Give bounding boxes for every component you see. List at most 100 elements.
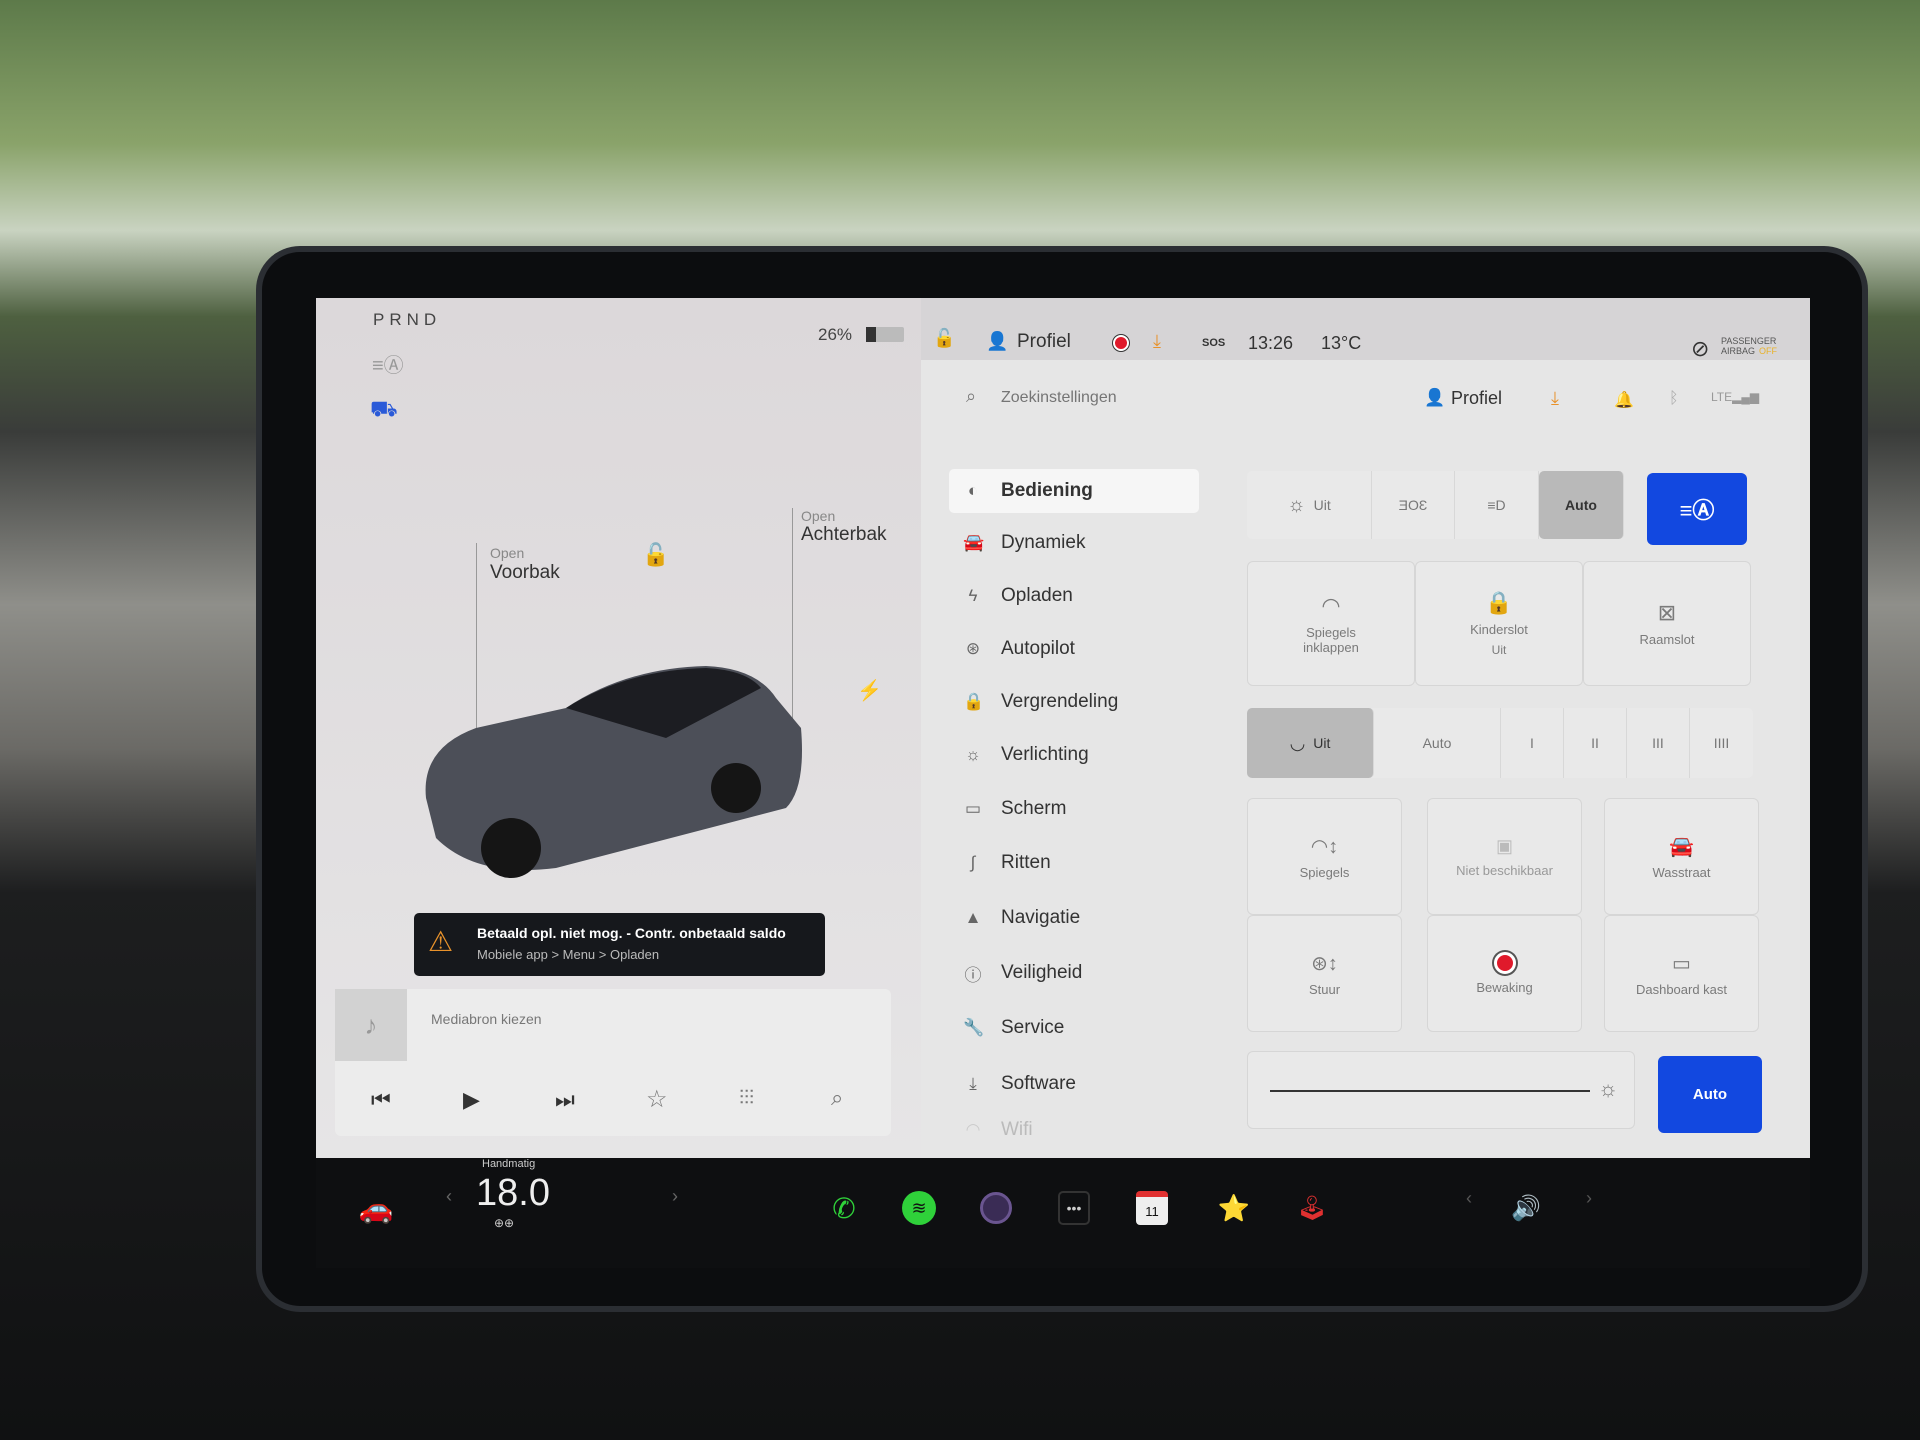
temp-up-icon[interactable]: › [672,1186,678,1207]
brightness-slider[interactable]: ☼ [1247,1051,1635,1129]
arcade-joystick-icon[interactable]: 🕹 [1292,1188,1332,1228]
trailer-icon: ⛟ [370,396,398,421]
unavailable-button[interactable]: ▣ Niet beschikbaar [1427,798,1582,915]
slider-track[interactable] [1270,1090,1590,1092]
media-search-icon[interactable]: ⌕ [831,1085,843,1111]
cabin-temperature[interactable]: 18.0 [476,1172,550,1215]
charge-port-icon[interactable]: ⚡ [857,678,882,703]
car-controls-icon[interactable]: 🚗 [356,1188,396,1228]
toybox-icon[interactable]: ⭐ [1214,1188,1254,1228]
wiper-speed-3[interactable]: III [1627,708,1690,778]
lights-auto-button[interactable]: Auto [1539,471,1624,539]
play-icon[interactable]: ▶ [463,1087,480,1113]
parking-lights-icon: ƎOƐ [1398,497,1428,513]
trunk-open-label[interactable]: Open [801,508,835,524]
sun-icon: ☼ [1287,493,1306,516]
next-track-icon[interactable]: ⏭ [555,1087,575,1113]
menu-item-vergrendeling[interactable]: 🔒 Vergrendeling [949,680,1199,724]
car-wash-button[interactable]: 🚘 Wasstraat [1604,798,1759,915]
bottom-bar: 🚗 Handmatig ‹ 18.0 › ⊕⊕ ✆ ≋ ••• 11 ⭐ 🕹 ‹… [316,1158,1810,1268]
favorite-star-icon[interactable]: ☆ [646,1085,668,1114]
spotify-icon[interactable]: ≋ [902,1191,936,1225]
display-icon: ▭ [964,799,982,818]
mirror-adjust-button[interactable]: ◠↕ Spiegels [1247,798,1402,915]
seat-heater-icon[interactable]: ⊕⊕ [494,1216,514,1230]
menu-item-service[interactable]: 🔧 Service [949,1006,1199,1050]
calendar-icon[interactable]: 11 [1136,1191,1168,1225]
touchscreen: PRND 26% ≡Ⓐ ⛟ Open Voorbak Open Achterba… [316,298,1810,1158]
steering-adjust-button[interactable]: ⊛↕ Stuur [1247,915,1402,1032]
menu-item-dynamiek[interactable]: 🚘 Dynamiek [949,521,1199,565]
camera-icon[interactable] [980,1192,1012,1224]
menu-label: Ritten [1001,852,1051,873]
previous-track-icon[interactable]: ⏮ [371,1087,391,1113]
bluetooth-icon[interactable]: ᛒ [1669,390,1679,408]
menu-label: Verlichting [1001,744,1089,765]
menu-item-bediening[interactable]: ◐ Bediening [949,469,1199,513]
menu-item-ritten[interactable]: ∫ Ritten [949,841,1199,885]
charging-alert[interactable]: ⚠ Betaald opl. niet mog. - Contr. onbeta… [414,913,825,976]
sentry-mode-button[interactable]: Bewaking [1427,915,1582,1032]
wiper-selector: ◡ Uit Auto I II III IIII [1247,708,1753,778]
child-lock-button[interactable]: 🔒 Kinderslot Uit [1415,561,1583,686]
lock-status-icon[interactable]: 🔓 [933,328,955,349]
status-profile[interactable]: Profiel [1017,331,1071,353]
tile-label: Wasstraat [1652,864,1711,880]
equalizer-icon[interactable]: ⫶⫶⫶ [739,1087,754,1110]
unlock-icon[interactable]: 🔓 [642,542,669,568]
frunk-open-label[interactable]: Open [490,545,524,561]
profile-button[interactable]: Profiel [1451,388,1502,409]
toggle-icon: ◐ [967,481,979,500]
brightness-auto-button[interactable]: Auto [1658,1056,1762,1133]
menu-item-veiligheid[interactable]: ⓘ Veiligheid [949,951,1199,995]
menu-label: Wifi [1001,1119,1033,1140]
trunk-button[interactable]: Achterbak [801,524,887,546]
sentry-record-icon[interactable] [1113,335,1129,351]
temp-down-icon[interactable]: ‹ [446,1186,452,1207]
download-icon[interactable]: ⤓ [1153,331,1161,352]
menu-item-software[interactable]: ⤓ Software [949,1062,1199,1106]
search-icon: ⌕ [966,386,977,406]
wiper-speed-4[interactable]: IIII [1690,708,1753,778]
settings-search-input[interactable] [1001,384,1351,412]
phone-icon[interactable]: ✆ [824,1188,864,1228]
volume-down-icon[interactable]: ‹ [1466,1188,1472,1209]
window-lock-button[interactable]: ⊠ Raamslot [1583,561,1751,686]
wiper-speed-1[interactable]: I [1501,708,1564,778]
menu-item-navigatie[interactable]: ▲ Navigatie [949,896,1199,940]
wiper-speed-2[interactable]: II [1564,708,1627,778]
auto-high-beam-icon: ≡Ⓐ [1679,498,1715,523]
bell-icon[interactable]: 🔔 [1614,390,1634,410]
low-beam-button[interactable]: ≡D [1455,471,1539,539]
menu-label: Scherm [1001,798,1067,819]
clock: 13:26 [1248,333,1294,353]
media-source-button[interactable]: Mediabron kiezen [431,1011,542,1027]
parking-lights-button[interactable]: ƎOƐ [1372,471,1455,539]
volume-icon[interactable]: 🔊 [1506,1188,1546,1228]
menu-item-verlichting[interactable]: ☼ Verlichting [949,733,1199,777]
lights-off-button[interactable]: ☼ Uit [1247,471,1372,539]
menu-item-wifi[interactable]: ◠ Wifi [949,1108,1199,1152]
software-update-icon[interactable]: ⤓ [1551,388,1559,409]
wiper-off-button[interactable]: ◡ Uit [1247,708,1374,778]
menu-item-scherm[interactable]: ▭ Scherm [949,787,1199,831]
volume-up-icon[interactable]: › [1586,1188,1592,1209]
menu-item-autopilot[interactable]: ⊛ Autopilot [949,627,1199,671]
wiper-icon: ◡ [1289,732,1306,753]
sun-icon: ☼ [965,745,981,764]
wiper-auto-button[interactable]: Auto [1374,708,1501,778]
auto-high-beam-button[interactable]: ≡Ⓐ [1647,473,1747,545]
glovebox-button[interactable]: ▭ Dashboard kast [1604,915,1759,1032]
alert-title: Betaald opl. niet mog. - Contr. onbetaal… [477,925,786,941]
menu-label: Navigatie [1001,907,1081,928]
car-icon: 🚘 [963,533,985,552]
mirror-icon: ◠ [1321,592,1341,618]
frunk-button[interactable]: Voorbak [490,562,560,584]
menu-label: Veiligheid [1001,962,1083,983]
tile-label: Kinderslot [1470,622,1528,637]
sos-button[interactable]: SOS [1202,337,1225,349]
more-apps-icon[interactable]: ••• [1058,1191,1090,1225]
fold-mirrors-button[interactable]: ◠ Spiegels inklappen [1247,561,1415,686]
menu-item-opladen[interactable]: ϟ Opladen [949,574,1199,618]
lock-icon: 🔒 [963,692,985,711]
